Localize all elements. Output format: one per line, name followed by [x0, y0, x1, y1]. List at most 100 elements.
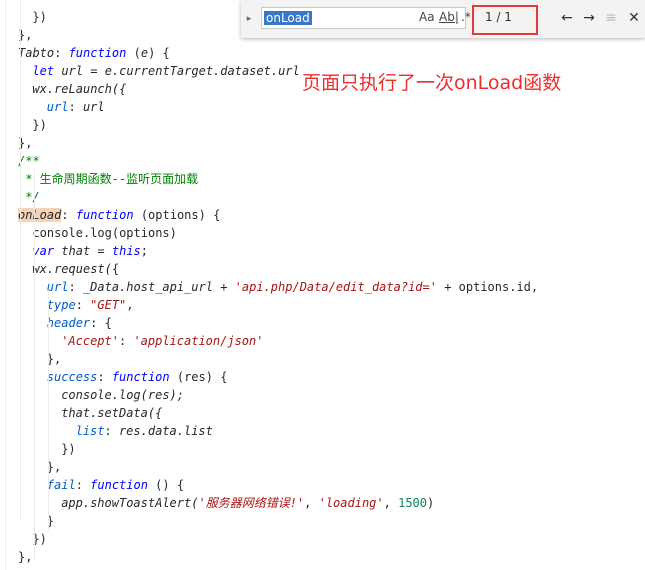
code-token: :	[61, 208, 76, 222]
code-token: ,	[383, 496, 399, 510]
whole-word-icon[interactable]: Ab|	[439, 6, 459, 28]
code-token: let	[32, 64, 55, 78]
code-line: })	[32, 116, 46, 134]
code-token: :	[68, 100, 83, 114]
code-token: e	[140, 46, 149, 60]
code-line: header: {	[47, 314, 112, 332]
code-token: */	[25, 190, 40, 204]
code-token: function	[75, 208, 134, 222]
code-token: {	[111, 262, 120, 276]
code-token: console.log(options)	[32, 226, 177, 240]
code-line: })	[61, 440, 75, 458]
code-token: that =	[54, 244, 112, 258]
code-line: app.showToastAlert('服务器网络错误!', 'loading'…	[61, 494, 434, 512]
code-token: wx.request(	[32, 262, 112, 276]
code-token: },	[18, 550, 33, 564]
code-token: var	[32, 244, 55, 258]
code-line: })	[32, 8, 46, 26]
code-line: fail: function () {	[47, 476, 184, 494]
code-token: =	[83, 64, 105, 78]
find-input[interactable]: onLoad	[261, 7, 466, 29]
code-token: :	[75, 478, 91, 492]
code-line: type: "GET",	[47, 296, 134, 314]
code-token: function	[90, 478, 148, 492]
code-token: (	[126, 46, 141, 60]
code-line: let url = e.currentTarget.dataset.url	[32, 62, 299, 80]
code-token: 1500	[398, 496, 427, 510]
code-token: e.currentTarget.dataset.url	[104, 64, 300, 78]
code-token: (res) {	[169, 370, 228, 384]
code-token: console.log(res);	[61, 388, 185, 402]
code-line: url: _Data.host_api_url + 'api.php/Data/…	[47, 278, 538, 296]
code-token: res.data.list	[118, 424, 213, 438]
code-token: type	[46, 298, 76, 312]
code-token: this	[111, 244, 141, 258]
code-line: var that = this;	[32, 242, 148, 260]
code-token: _Data.host_api_url	[82, 280, 213, 294]
code-token: fail	[46, 478, 76, 492]
code-token: function	[111, 370, 170, 384]
code-token: (options) {	[133, 208, 221, 222]
code-token: 'application/json'	[133, 334, 264, 348]
code-token: :	[118, 334, 134, 348]
match-count: 1 / 1	[485, 10, 512, 24]
code-token: onLoad	[18, 208, 62, 222]
arrow-up-icon[interactable]: ←	[558, 8, 576, 28]
code-token: Tabto	[18, 46, 55, 60]
code-token: wx.reLaunch({	[32, 82, 127, 96]
code-token: ,	[126, 298, 134, 312]
code-line: list: res.data.list	[76, 422, 213, 440]
code-token: success	[46, 370, 98, 384]
code-token: 'Accept'	[61, 334, 119, 348]
code-line: onLoad: function (options) {	[18, 206, 220, 224]
find-in-selection-icon[interactable]: ≡	[602, 8, 620, 28]
code-token: : {	[90, 316, 112, 330]
code-token: })	[32, 10, 47, 24]
arrow-down-icon[interactable]: →	[580, 8, 598, 28]
code-line: */	[25, 188, 39, 206]
code-token: app.showToastAlert(	[61, 496, 199, 510]
close-icon[interactable]: ✕	[625, 8, 643, 28]
code-line: /**	[18, 152, 40, 170]
code-token: ,	[304, 496, 319, 510]
code-token: ;	[140, 244, 149, 258]
find-query-text: onLoad	[264, 11, 312, 25]
code-line: console.log(res);	[61, 386, 184, 404]
code-line: Tabto: function (e) {	[18, 44, 170, 62]
code-token: :	[68, 280, 83, 294]
code-line: 'Accept': 'application/json'	[61, 332, 263, 350]
code-line: },	[18, 548, 32, 566]
match-case-icon[interactable]: Aa	[419, 6, 435, 28]
code-token: url	[46, 100, 69, 114]
code-token: :	[54, 46, 69, 60]
code-token: 'api.php/Data/edit_data?id='	[234, 280, 437, 294]
code-line: * 生命周期函数--监听页面加载	[25, 170, 198, 188]
indent-guide	[20, 0, 21, 520]
indent-guide	[48, 290, 49, 530]
toggle-replace-icon[interactable]: ▸	[244, 12, 254, 26]
code-token: :	[104, 424, 119, 438]
regex-icon[interactable]: .*	[461, 6, 471, 28]
code-token: * 生命周期函数--监听页面加载	[25, 172, 199, 186]
code-line: console.log(options)	[32, 224, 177, 242]
find-widget: ▸ onLoad Aa Ab| .* 1 / 1 ← → ≡ ✕	[241, 0, 645, 38]
indent-gutter	[5, 0, 6, 570]
code-token: )	[427, 496, 435, 510]
annotation-text: 页面只执行了一次onLoad函数	[302, 72, 562, 94]
code-line: wx.reLaunch({	[32, 80, 126, 98]
code-token: () {	[147, 478, 185, 492]
code-token: function	[68, 46, 127, 60]
code-token: "GET"	[90, 298, 127, 312]
code-line: that.setData({	[61, 404, 162, 422]
code-token: list	[75, 424, 105, 438]
indent-guide	[34, 170, 35, 560]
code-token: header	[46, 316, 91, 330]
code-token: 'loading'	[318, 496, 384, 510]
code-token: })	[32, 118, 47, 132]
code-token: + options.id,	[436, 280, 539, 294]
code-line: url: url	[47, 98, 105, 116]
code-token: /**	[18, 154, 40, 168]
code-token: url	[46, 280, 69, 294]
code-token: :	[97, 370, 112, 384]
code-token: :	[75, 298, 91, 312]
